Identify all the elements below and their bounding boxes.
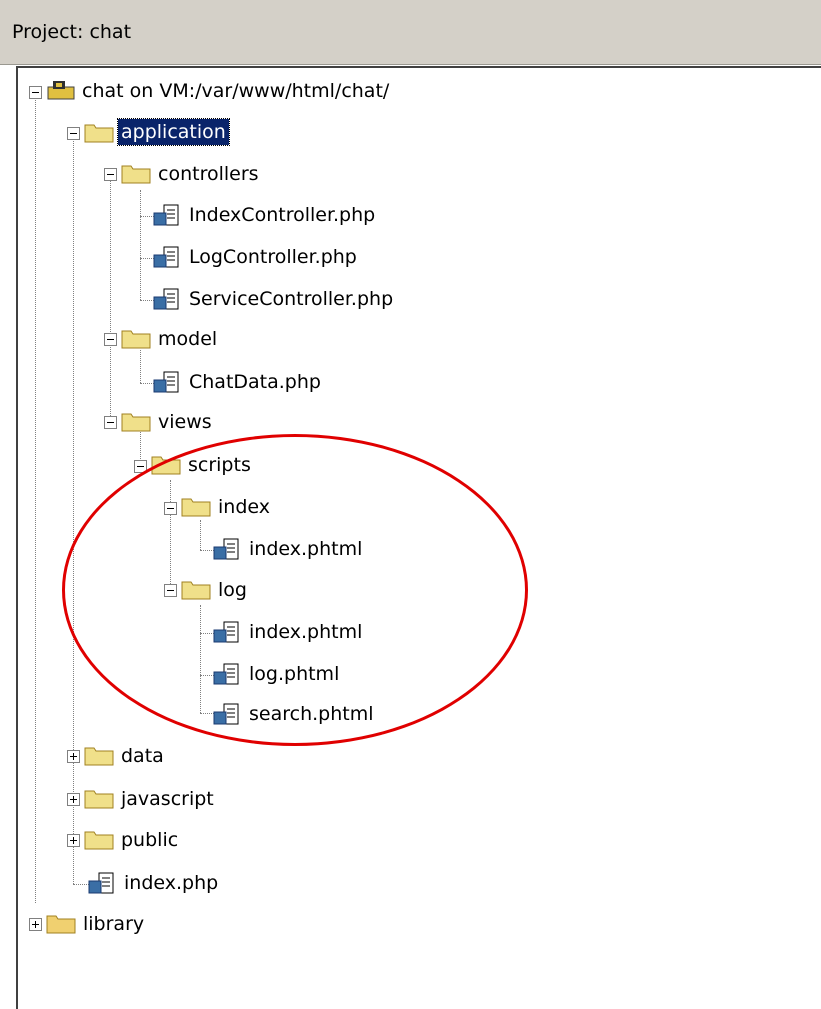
folder-icon bbox=[84, 831, 114, 850]
expand-toggle[interactable] bbox=[67, 793, 80, 806]
tree-line bbox=[73, 138, 74, 884]
tree-line bbox=[35, 97, 36, 903]
tree-line bbox=[140, 190, 141, 300]
folder-icon bbox=[46, 915, 76, 934]
collapse-toggle[interactable] bbox=[104, 168, 117, 181]
expand-toggle[interactable] bbox=[67, 834, 80, 847]
tree-item-views[interactable]: views bbox=[155, 409, 215, 435]
tree-file[interactable]: index.php bbox=[121, 870, 221, 896]
project-icon bbox=[47, 81, 75, 100]
tree-root-label[interactable]: chat on VM:/var/www/html/chat/ bbox=[79, 78, 392, 104]
tree-item-application[interactable]: application bbox=[117, 118, 230, 146]
tree-line bbox=[110, 180, 111, 420]
tree-item-javascript[interactable]: javascript bbox=[118, 786, 217, 812]
expand-toggle[interactable] bbox=[29, 918, 42, 931]
tree-file[interactable]: LogController.php bbox=[186, 244, 360, 270]
tree-item-controllers[interactable]: controllers bbox=[155, 161, 262, 187]
collapse-toggle[interactable] bbox=[67, 127, 80, 140]
folder-open-icon bbox=[121, 413, 151, 432]
folder-icon bbox=[84, 747, 114, 766]
project-header: Project: chat bbox=[0, 0, 821, 65]
php-file-icon bbox=[153, 288, 179, 310]
php-file-icon bbox=[88, 872, 114, 894]
php-file-icon bbox=[153, 371, 179, 393]
tree-line bbox=[140, 350, 141, 383]
tree-item-public[interactable]: public bbox=[118, 827, 181, 853]
php-file-icon bbox=[153, 246, 179, 268]
annotation-circle bbox=[62, 434, 528, 746]
tree-file[interactable]: ChatData.php bbox=[186, 369, 324, 395]
collapse-toggle[interactable] bbox=[29, 86, 42, 99]
collapse-toggle[interactable] bbox=[104, 416, 117, 429]
folder-open-icon bbox=[121, 330, 151, 349]
php-file-icon bbox=[153, 204, 179, 226]
folder-open-icon bbox=[121, 165, 151, 184]
tree-file[interactable]: IndexController.php bbox=[186, 202, 378, 228]
collapse-toggle[interactable] bbox=[104, 333, 117, 346]
folder-open-icon bbox=[84, 124, 114, 143]
folder-icon bbox=[84, 790, 114, 809]
project-title: Project: chat bbox=[12, 21, 132, 43]
expand-toggle[interactable] bbox=[67, 750, 80, 763]
tree-item-data[interactable]: data bbox=[118, 743, 167, 769]
tree-item-library[interactable]: library bbox=[80, 911, 147, 937]
tree-file[interactable]: ServiceController.php bbox=[186, 286, 396, 312]
tree-item-model[interactable]: model bbox=[155, 326, 220, 352]
